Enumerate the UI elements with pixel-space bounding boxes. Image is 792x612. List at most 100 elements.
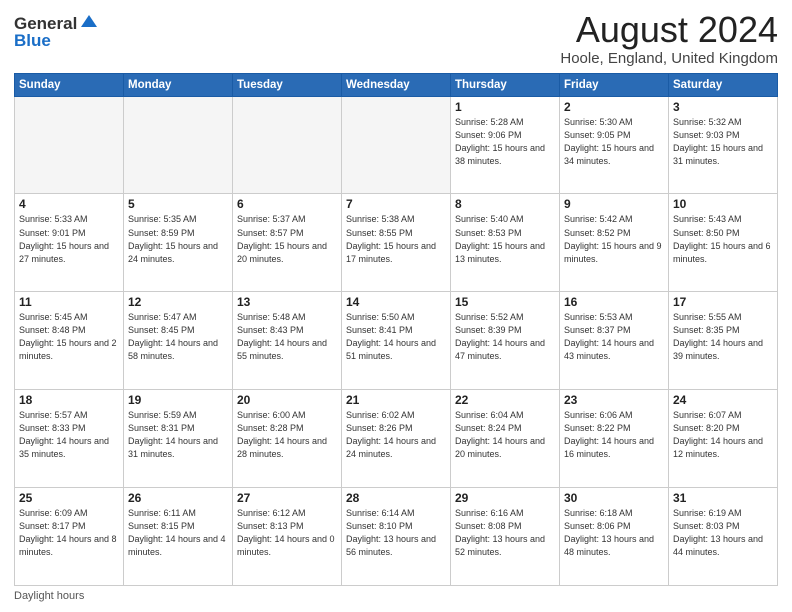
day-info: Sunrise: 5:40 AMSunset: 8:53 PMDaylight:… <box>455 213 555 265</box>
calendar-cell: 28Sunrise: 6:14 AMSunset: 8:10 PMDayligh… <box>342 488 451 586</box>
day-info: Sunrise: 6:19 AMSunset: 8:03 PMDaylight:… <box>673 507 773 559</box>
day-number: 4 <box>19 197 119 211</box>
calendar-header-monday: Monday <box>124 73 233 96</box>
calendar-cell: 25 Sunrise: 6:09 AMSunset: 8:17 PMDayligh… <box>15 488 124 586</box>
day-info: Sunrise: 6:06 AMSunset: 8:22 PMDaylight:… <box>564 409 664 461</box>
calendar-cell: 9 Sunrise: 5:42 AMSunset: 8:52 PMDaylight… <box>560 194 669 292</box>
calendar-cell <box>15 96 124 194</box>
day-number: 19 <box>128 393 228 407</box>
calendar-cell: 22Sunrise: 6:04 AMSunset: 8:24 PMDayligh… <box>451 390 560 488</box>
day-info: Sunrise: 5:48 AMSunset: 8:43 PMDaylight:… <box>237 311 337 363</box>
calendar-header-thursday: Thursday <box>451 73 560 96</box>
calendar-cell: 17 Sunrise: 5:55 AMSunset: 8:35 PMDayligh… <box>669 292 778 390</box>
calendar-cell: 30Sunrise: 6:18 AMSunset: 8:06 PMDayligh… <box>560 488 669 586</box>
day-info: Sunrise: 5:38 AMSunset: 8:55 PMDaylight:… <box>346 213 446 265</box>
day-number: 1 <box>455 100 555 114</box>
day-number: 24 <box>673 393 773 407</box>
month-title: August 2024 <box>560 10 778 50</box>
day-info: Sunrise: 5:57 AMSunset: 8:33 PMDaylight:… <box>19 409 119 461</box>
calendar-cell: 19 Sunrise: 5:59 AMSunset: 8:31 PMDayligh… <box>124 390 233 488</box>
day-info: Sunrise: 6:02 AMSunset: 8:26 PMDaylight:… <box>346 409 446 461</box>
calendar-cell: 29 Sunrise: 6:16 AMSunset: 8:08 PMDayligh… <box>451 488 560 586</box>
day-number: 13 <box>237 295 337 309</box>
day-number: 10 <box>673 197 773 211</box>
day-info: Sunrise: 5:37 AMSunset: 8:57 PMDaylight:… <box>237 213 337 265</box>
calendar-week-5: 25 Sunrise: 6:09 AMSunset: 8:17 PMDayligh… <box>15 488 778 586</box>
day-info: Sunrise: 6:16 AMSunset: 8:08 PMDaylight:… <box>455 507 555 559</box>
calendar-header-friday: Friday <box>560 73 669 96</box>
day-number: 6 <box>237 197 337 211</box>
title-area: August 2024 Hoole, England, United Kingd… <box>560 10 778 67</box>
logo-blue-text: Blue <box>14 31 99 51</box>
day-info: Sunrise: 6:11 AMSunset: 8:15 PMDaylight:… <box>128 507 228 559</box>
calendar-header-tuesday: Tuesday <box>233 73 342 96</box>
day-info: Sunrise: 5:59 AMSunset: 8:31 PMDaylight:… <box>128 409 228 461</box>
day-info: Sunrise: 5:42 AMSunset: 8:52 PMDaylight:… <box>564 213 664 265</box>
day-info: Sunrise: 6:04 AMSunset: 8:24 PMDaylight:… <box>455 409 555 461</box>
calendar-header-row: SundayMondayTuesdayWednesdayThursdayFrid… <box>15 73 778 96</box>
calendar-cell: 3 Sunrise: 5:32 AMSunset: 9:03 PMDaylight… <box>669 96 778 194</box>
day-number: 20 <box>237 393 337 407</box>
day-number: 16 <box>564 295 664 309</box>
day-info: Sunrise: 5:33 AMSunset: 9:01 PMDaylight:… <box>19 213 119 265</box>
calendar-cell: 4 Sunrise: 5:33 AMSunset: 9:01 PMDaylight… <box>15 194 124 292</box>
calendar-cell: 20 Sunrise: 6:00 AMSunset: 8:28 PMDayligh… <box>233 390 342 488</box>
calendar-cell: 16 Sunrise: 5:53 AMSunset: 8:37 PMDayligh… <box>560 292 669 390</box>
day-number: 18 <box>19 393 119 407</box>
day-number: 27 <box>237 491 337 505</box>
day-number: 31 <box>673 491 773 505</box>
day-number: 15 <box>455 295 555 309</box>
day-info: Sunrise: 6:00 AMSunset: 8:28 PMDaylight:… <box>237 409 337 461</box>
calendar-cell: 21 Sunrise: 6:02 AMSunset: 8:26 PMDayligh… <box>342 390 451 488</box>
calendar-cell: 5 Sunrise: 5:35 AMSunset: 8:59 PMDaylight… <box>124 194 233 292</box>
day-number: 2 <box>564 100 664 114</box>
day-number: 5 <box>128 197 228 211</box>
calendar-cell: 7 Sunrise: 5:38 AMSunset: 8:55 PMDaylight… <box>342 194 451 292</box>
calendar-cell: 31 Sunrise: 6:19 AMSunset: 8:03 PMDayligh… <box>669 488 778 586</box>
day-number: 17 <box>673 295 773 309</box>
day-number: 14 <box>346 295 446 309</box>
day-info: Sunrise: 5:32 AMSunset: 9:03 PMDaylight:… <box>673 116 773 168</box>
day-number: 30 <box>564 491 664 505</box>
calendar-cell: 13 Sunrise: 5:48 AMSunset: 8:43 PMDayligh… <box>233 292 342 390</box>
page: General Blue August 2024 Hoole, England,… <box>0 0 792 612</box>
calendar-week-4: 18 Sunrise: 5:57 AMSunset: 8:33 PMDayligh… <box>15 390 778 488</box>
calendar-cell: 6 Sunrise: 5:37 AMSunset: 8:57 PMDaylight… <box>233 194 342 292</box>
daylight-label: Daylight hours <box>14 590 84 602</box>
calendar-cell <box>342 96 451 194</box>
calendar-cell: 24 Sunrise: 6:07 AMSunset: 8:20 PMDayligh… <box>669 390 778 488</box>
calendar-cell: 15 Sunrise: 5:52 AMSunset: 8:39 PMDayligh… <box>451 292 560 390</box>
day-number: 8 <box>455 197 555 211</box>
day-number: 29 <box>455 491 555 505</box>
day-number: 28 <box>346 491 446 505</box>
logo-icon <box>79 13 99 33</box>
day-info: Sunrise: 5:50 AMSunset: 8:41 PMDaylight:… <box>346 311 446 363</box>
day-info: Sunrise: 5:52 AMSunset: 8:39 PMDaylight:… <box>455 311 555 363</box>
calendar-cell: 18 Sunrise: 5:57 AMSunset: 8:33 PMDayligh… <box>15 390 124 488</box>
day-number: 26 <box>128 491 228 505</box>
location: Hoole, England, United Kingdom <box>560 50 778 67</box>
day-number: 21 <box>346 393 446 407</box>
day-number: 3 <box>673 100 773 114</box>
day-info: Sunrise: 5:55 AMSunset: 8:35 PMDaylight:… <box>673 311 773 363</box>
calendar-cell: 11Sunrise: 5:45 AMSunset: 8:48 PMDayligh… <box>15 292 124 390</box>
calendar-cell: 27Sunrise: 6:12 AMSunset: 8:13 PMDayligh… <box>233 488 342 586</box>
day-info: Sunrise: 5:30 AMSunset: 9:05 PMDaylight:… <box>564 116 664 168</box>
day-info: Sunrise: 5:43 AMSunset: 8:50 PMDaylight:… <box>673 213 773 265</box>
day-number: 25 <box>19 491 119 505</box>
day-info: Sunrise: 6:07 AMSunset: 8:20 PMDaylight:… <box>673 409 773 461</box>
calendar-header-wednesday: Wednesday <box>342 73 451 96</box>
header: General Blue August 2024 Hoole, England,… <box>14 10 778 67</box>
day-info: Sunrise: 6:09 AMSunset: 8:17 PMDaylight:… <box>19 507 119 559</box>
day-number: 7 <box>346 197 446 211</box>
calendar-cell: 2 Sunrise: 5:30 AMSunset: 9:05 PMDaylight… <box>560 96 669 194</box>
calendar-cell <box>233 96 342 194</box>
calendar-header-saturday: Saturday <box>669 73 778 96</box>
calendar-cell <box>124 96 233 194</box>
calendar-week-3: 11Sunrise: 5:45 AMSunset: 8:48 PMDayligh… <box>15 292 778 390</box>
day-info: Sunrise: 5:53 AMSunset: 8:37 PMDaylight:… <box>564 311 664 363</box>
calendar-cell: 12Sunrise: 5:47 AMSunset: 8:45 PMDayligh… <box>124 292 233 390</box>
day-info: Sunrise: 5:35 AMSunset: 8:59 PMDaylight:… <box>128 213 228 265</box>
calendar-cell: 26 Sunrise: 6:11 AMSunset: 8:15 PMDayligh… <box>124 488 233 586</box>
day-number: 9 <box>564 197 664 211</box>
